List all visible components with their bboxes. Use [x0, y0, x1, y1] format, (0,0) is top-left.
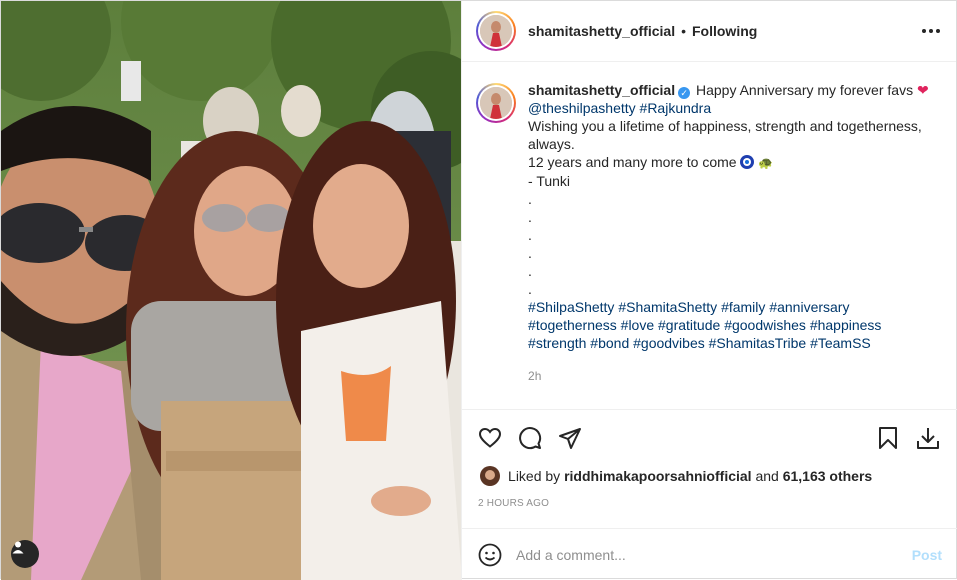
hashtag-link[interactable]: #goodvibes: [633, 335, 705, 351]
hashtag-link[interactable]: #ShamitaShetty: [618, 299, 717, 315]
mention-link[interactable]: @theshilpashetty: [528, 100, 636, 116]
likes-and: and: [755, 468, 779, 484]
caption-username[interactable]: shamitashetty_official: [528, 82, 675, 98]
caption-line3: Wishing you a lifetime of happiness, str…: [528, 118, 922, 152]
hashtag-link[interactable]: #gratitude: [658, 317, 720, 333]
header-username[interactable]: shamitashetty_official: [528, 23, 675, 39]
caption-dot: .: [528, 245, 532, 261]
comment-icon[interactable]: [516, 424, 544, 452]
hashtag-link[interactable]: #ShamitasTribe: [709, 335, 807, 351]
comment-input[interactable]: [516, 546, 912, 563]
bookmark-icon[interactable]: [874, 424, 902, 452]
likes-summary: Liked by riddhimakapoorsahniofficial and…: [480, 466, 872, 486]
share-icon[interactable]: [556, 424, 584, 452]
post-comment-button[interactable]: Post: [912, 547, 942, 563]
caption-avatar[interactable]: [476, 83, 517, 123]
post-side-panel: shamitashetty_official • Following shami…: [461, 1, 957, 580]
action-bar: [462, 421, 957, 455]
emoji-icon[interactable]: [478, 543, 502, 567]
liker-avatar[interactable]: [480, 466, 501, 486]
caption-line4: 12 years and many more to come: [528, 154, 737, 170]
caption-text: shamitashetty_official ✓ Happy Anniversar…: [528, 81, 936, 409]
download-icon[interactable]: [914, 424, 942, 452]
post-photo[interactable]: [1, 1, 462, 580]
caption-signature: - Tunki: [528, 173, 571, 189]
following-button[interactable]: Following: [692, 23, 757, 39]
caption-line1: Happy Anniversary my forever favs: [695, 82, 914, 98]
caption-dot: .: [528, 191, 532, 207]
caption-area: shamitashetty_official ✓ Happy Anniversar…: [462, 63, 957, 410]
verified-badge-icon: ✓: [678, 87, 691, 99]
hashtag-link[interactable]: #Rajkundra: [640, 100, 712, 116]
hashtag-link[interactable]: #family: [721, 299, 765, 315]
evil-eye-emoji-icon: [740, 155, 755, 169]
time-ago[interactable]: 2h: [528, 367, 936, 385]
caption-dot: .: [528, 209, 532, 225]
hashtag-link[interactable]: #togetherness: [528, 317, 617, 333]
hashtag-link[interactable]: #love: [621, 317, 654, 333]
turtle-emoji-icon: 🐢: [758, 156, 774, 170]
liker-username[interactable]: riddhimakapoorsahniofficial: [564, 468, 751, 484]
heart-emoji-icon: ❤: [916, 82, 929, 98]
hashtag-link[interactable]: #anniversary: [769, 299, 849, 315]
hashtag-link[interactable]: #bond: [590, 335, 629, 351]
hashtag-link[interactable]: #TeamSS: [810, 335, 871, 351]
caption-dot: .: [528, 227, 532, 243]
hashtag-link[interactable]: #strength: [528, 335, 586, 351]
hashtag-link[interactable]: #ShilpaShetty: [528, 299, 614, 315]
instagram-post: shamitashetty_official • Following shami…: [0, 0, 957, 580]
more-icon[interactable]: [922, 29, 940, 33]
hashtag-link[interactable]: #happiness: [810, 317, 882, 333]
heart-icon[interactable]: [476, 424, 504, 452]
avatar[interactable]: [476, 11, 517, 51]
likes-prefix: Liked by: [508, 468, 561, 484]
likes-count[interactable]: 61,163 others: [783, 468, 873, 484]
hashtag-link[interactable]: #goodwishes: [724, 317, 806, 333]
user-tag-icon[interactable]: [11, 540, 39, 568]
separator-dot: •: [681, 23, 686, 39]
caption-dot: .: [528, 281, 532, 297]
comment-bar: Post: [462, 528, 957, 580]
post-date[interactable]: 2 HOURS AGO: [478, 498, 549, 509]
caption-dot: .: [528, 263, 532, 279]
photo-illustration: [1, 1, 462, 580]
post-header: shamitashetty_official • Following: [462, 1, 956, 62]
